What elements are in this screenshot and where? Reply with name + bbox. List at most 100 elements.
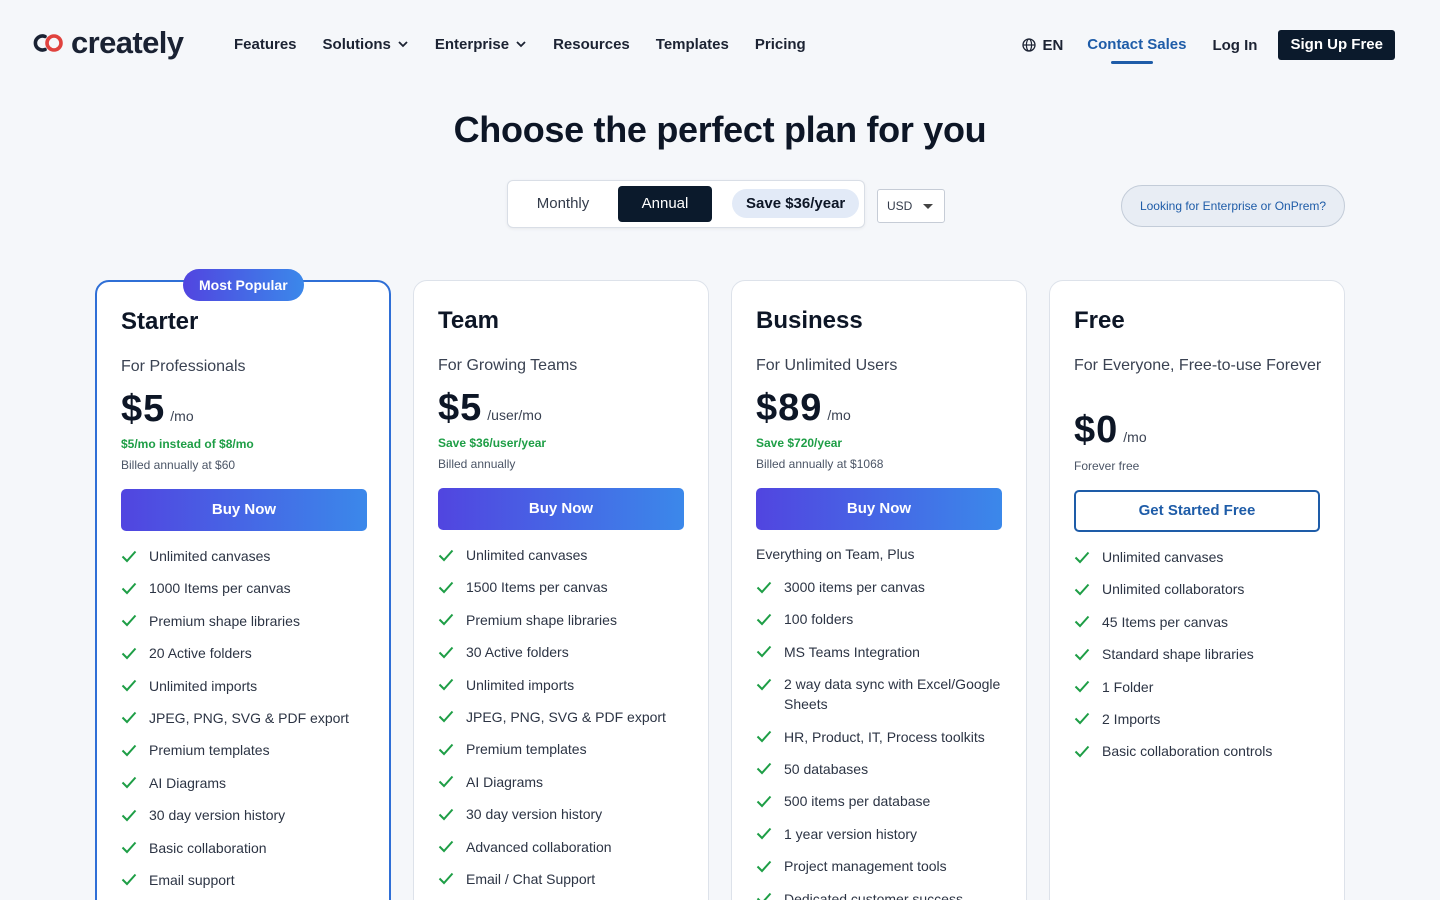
buy-now-button[interactable]: Buy Now bbox=[756, 488, 1002, 530]
feature-list: Unlimited canvases Unlimited collaborator… bbox=[1074, 547, 1324, 774]
save-note: Save $36/user/year bbox=[438, 436, 547, 450]
feature-item: 2 Imports bbox=[1074, 709, 1324, 729]
feature-item: 30 day version history bbox=[438, 804, 688, 824]
checkmark-icon bbox=[438, 610, 454, 630]
get-started-free-button[interactable]: Get Started Free bbox=[1074, 490, 1320, 532]
checkmark-icon bbox=[1074, 741, 1090, 761]
feature-item: Project management tools bbox=[756, 856, 1006, 876]
save-note: Save $720/year bbox=[756, 436, 843, 450]
nav-enterprise[interactable]: Enterprise bbox=[435, 33, 527, 55]
feature-item: Premium templates bbox=[121, 740, 371, 760]
feature-item: Unlimited imports bbox=[121, 676, 371, 696]
checkmark-icon bbox=[121, 870, 137, 890]
checkmark-icon bbox=[756, 824, 772, 844]
header-actions: EN Contact Sales Log In Sign Up Free bbox=[1022, 30, 1395, 64]
feature-item: Dedicated customer success bbox=[756, 889, 1006, 900]
logo-mark-icon bbox=[32, 32, 68, 54]
plan-card-business: Business For Unlimited Users $89 /mo Sav… bbox=[731, 280, 1027, 900]
checkmark-icon bbox=[121, 805, 137, 825]
enterprise-onprem-link[interactable]: Looking for Enterprise or OnPrem? bbox=[1121, 185, 1345, 227]
site-header: creately Features Solutions Enterprise R… bbox=[0, 0, 1440, 88]
feature-label: Unlimited collaborators bbox=[1102, 581, 1245, 598]
feature-item: Unlimited canvases bbox=[121, 546, 371, 566]
feature-label: Premium templates bbox=[149, 742, 270, 759]
feature-item: 1500 Items per canvas bbox=[438, 577, 688, 597]
checkmark-icon bbox=[121, 740, 137, 760]
checkmark-icon bbox=[1074, 709, 1090, 729]
nav-features-label: Features bbox=[234, 35, 297, 53]
billing-monthly-option[interactable]: Monthly bbox=[514, 186, 612, 222]
feature-label: Premium shape libraries bbox=[466, 611, 617, 628]
save-note: $5/mo instead of $8/mo bbox=[121, 437, 254, 451]
billing-annual-option[interactable]: Annual bbox=[618, 186, 712, 222]
plan-price: $0 bbox=[1074, 409, 1119, 451]
plan-card-free: Free For Everyone, Free-to-use Forever $… bbox=[1049, 280, 1345, 900]
checkmark-icon bbox=[121, 643, 137, 663]
plan-price: $5 bbox=[438, 387, 483, 429]
feature-label: Unlimited canvases bbox=[149, 548, 271, 564]
currency-value: USD bbox=[887, 199, 913, 213]
page-title: Choose the perfect plan for you bbox=[453, 109, 987, 150]
feature-item: 1000 Items per canvas bbox=[121, 578, 371, 598]
nav-solutions[interactable]: Solutions bbox=[323, 33, 409, 55]
feature-label: Unlimited canvases bbox=[466, 547, 588, 563]
checkmark-icon bbox=[1074, 547, 1090, 567]
feature-item: Premium shape libraries bbox=[121, 611, 371, 631]
plan-name: Starter bbox=[121, 308, 199, 335]
checkmark-icon bbox=[756, 889, 772, 900]
feature-label: AI Diagrams bbox=[149, 774, 227, 791]
login-link[interactable]: Log In bbox=[1212, 37, 1257, 54]
feature-label: 20 Active folders bbox=[149, 645, 252, 662]
nav-templates[interactable]: Templates bbox=[656, 33, 729, 55]
nav-pricing-label: Pricing bbox=[754, 35, 806, 53]
checkmark-icon bbox=[121, 708, 137, 728]
plan-card-starter: Most Popular Starter For Professionals $… bbox=[95, 269, 391, 900]
nav-enterprise-label: Enterprise bbox=[434, 35, 510, 53]
feature-label: 1500 Items per canvas bbox=[466, 579, 608, 596]
plan-name: Team bbox=[438, 307, 499, 334]
price-row: $5 /mo bbox=[121, 388, 194, 431]
checkmark-icon bbox=[121, 578, 137, 598]
nav-resources-label: Resources bbox=[553, 35, 630, 53]
feature-label: 2 way data sync with Excel/Google Sheets bbox=[784, 676, 1001, 713]
feature-item: 3000 items per canvas bbox=[756, 577, 1006, 597]
nav-pricing[interactable]: Pricing bbox=[755, 33, 806, 55]
language-selector[interactable]: EN bbox=[1022, 37, 1063, 54]
price-unit: /mo bbox=[827, 407, 851, 423]
nav-features[interactable]: Features bbox=[234, 33, 297, 55]
feature-item: MS Teams Integration bbox=[756, 642, 1006, 662]
price-unit: /user/mo bbox=[487, 407, 542, 423]
checkmark-icon bbox=[756, 856, 772, 876]
feature-label: Basic collaboration bbox=[149, 839, 267, 856]
chevron-down-icon bbox=[516, 41, 526, 48]
buy-now-button[interactable]: Buy Now bbox=[438, 488, 684, 530]
contact-sales-label: Contact Sales bbox=[1087, 36, 1187, 53]
feature-item: Basic collaboration bbox=[121, 838, 371, 858]
creately-logo[interactable]: creately bbox=[32, 26, 184, 60]
feature-item: AI Diagrams bbox=[438, 772, 688, 792]
checkmark-icon bbox=[438, 869, 454, 889]
language-label: EN bbox=[1042, 36, 1064, 54]
buy-now-button[interactable]: Buy Now bbox=[121, 489, 367, 531]
billing-note: Billed annually bbox=[438, 457, 516, 471]
price-row: $89 /mo bbox=[756, 387, 851, 430]
feature-list: 3000 items per canvas 100 folders MS Teams… bbox=[756, 577, 1006, 900]
checkmark-icon bbox=[1074, 579, 1090, 599]
currency-select[interactable]: USD bbox=[877, 189, 945, 223]
signup-button[interactable]: Sign Up Free bbox=[1278, 30, 1395, 60]
feature-item: Unlimited canvases bbox=[438, 545, 688, 565]
feature-label: Dedicated customer success bbox=[784, 890, 963, 900]
price-row: $0 /mo bbox=[1074, 409, 1147, 452]
feature-label: AI Diagrams bbox=[466, 773, 544, 790]
checkmark-icon bbox=[121, 676, 137, 696]
feature-label: 1000 Items per canvas bbox=[149, 580, 291, 597]
nav-resources[interactable]: Resources bbox=[553, 33, 630, 55]
contact-sales-link[interactable]: Contact Sales bbox=[1087, 31, 1187, 64]
feature-label: 30 day version history bbox=[149, 807, 286, 824]
checkmark-icon bbox=[438, 577, 454, 597]
feature-list: Unlimited canvases 1500 Items per canvas P… bbox=[438, 545, 688, 900]
active-underline bbox=[1111, 61, 1154, 64]
checkmark-icon bbox=[1074, 612, 1090, 632]
feature-label: Premium templates bbox=[466, 741, 587, 758]
feature-label: 3000 items per canvas bbox=[784, 579, 925, 595]
